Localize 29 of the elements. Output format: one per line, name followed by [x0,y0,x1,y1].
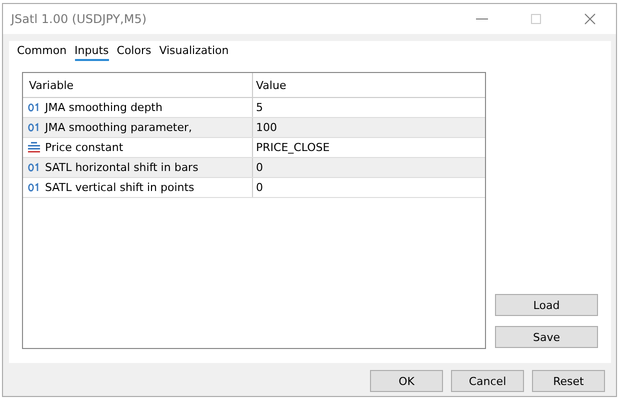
dialog-button[interactable]: OK [370,370,443,392]
column-header: Variable [23,73,253,97]
value-cell[interactable]: 0 [253,158,485,177]
dialog-button[interactable]: Reset [532,370,605,392]
tab[interactable]: Common [17,43,67,61]
value-cell[interactable]: PRICE_CLOSE [253,138,485,157]
side-button[interactable]: Load [495,294,598,316]
number-type-icon [28,163,40,172]
tab[interactable]: Inputs [74,43,109,61]
value-cell[interactable]: 5 [253,98,485,117]
close-icon[interactable] [584,13,596,25]
variable-name: SATL horizontal shift in bars [45,161,198,174]
tab[interactable]: Visualization [159,43,229,61]
column-header: Value [255,78,288,94]
number-type-icon [28,123,40,132]
side-button[interactable]: Save [495,326,598,348]
maximize-icon [530,13,542,25]
variable-name: Price constant [45,141,124,154]
value-cell[interactable]: 0 [253,178,485,197]
tab[interactable]: Colors [116,43,152,61]
dialog-button[interactable]: Cancel [451,370,524,392]
variable-name: JMA smoothing parameter, [45,121,192,134]
number-type-icon [28,183,40,192]
list-icon [28,142,40,153]
window-title: JSatl 1.00 (USDJPY,M5) [11,12,147,26]
variable-name: JMA smoothing depth [45,101,162,114]
number-type-icon [28,103,40,112]
variable-name: SATL vertical shift in points [45,181,194,194]
value-cell[interactable]: 100 [253,118,485,137]
